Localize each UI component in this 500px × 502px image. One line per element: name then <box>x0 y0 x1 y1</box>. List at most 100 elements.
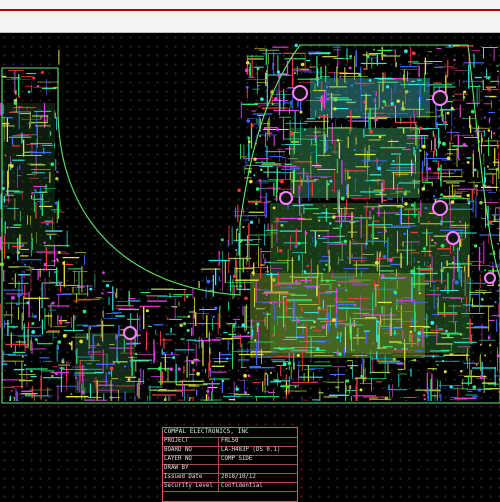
via <box>24 345 28 349</box>
via <box>323 205 326 207</box>
via <box>421 144 426 149</box>
via <box>466 160 470 164</box>
via <box>97 343 100 346</box>
via <box>32 393 35 397</box>
via <box>27 90 31 94</box>
via <box>13 101 18 105</box>
via <box>428 254 432 257</box>
via <box>319 98 324 102</box>
via <box>271 103 274 106</box>
via <box>248 140 251 143</box>
drawing-title-block: COMPAL ELECTRONICS, INC PROJECT FRL50 BO… <box>162 427 298 502</box>
via <box>484 354 487 357</box>
via <box>454 169 457 172</box>
via <box>437 167 441 172</box>
via <box>473 168 477 172</box>
via <box>258 179 261 182</box>
via <box>338 284 341 287</box>
via <box>453 58 456 62</box>
via <box>236 228 239 231</box>
via <box>21 355 24 358</box>
via <box>75 376 78 379</box>
via <box>6 255 10 259</box>
via <box>363 100 366 104</box>
via <box>300 62 305 67</box>
via <box>226 357 229 360</box>
via <box>293 72 296 75</box>
via <box>459 370 463 373</box>
toolbar <box>0 0 500 33</box>
via <box>54 201 58 205</box>
via <box>340 219 344 223</box>
via <box>431 239 434 242</box>
via <box>265 293 268 296</box>
via <box>369 129 373 134</box>
via <box>172 356 176 360</box>
via <box>294 244 298 249</box>
pcb-traces <box>0 43 500 401</box>
via <box>386 85 390 89</box>
via <box>244 391 248 395</box>
via <box>177 367 181 371</box>
copper-fill <box>75 333 135 393</box>
via <box>101 292 104 295</box>
via <box>62 261 65 265</box>
via <box>389 258 393 262</box>
via <box>472 385 477 389</box>
via <box>55 177 59 181</box>
via <box>60 373 63 376</box>
via <box>351 238 354 241</box>
via <box>412 207 415 210</box>
via <box>382 100 386 104</box>
via <box>294 43 298 48</box>
via <box>486 87 491 91</box>
via <box>53 210 56 213</box>
via <box>70 392 73 395</box>
via <box>421 187 426 191</box>
via <box>34 338 38 341</box>
via <box>41 70 45 74</box>
via <box>254 339 257 342</box>
via <box>495 168 499 171</box>
title-block-value: Confidential <box>221 483 263 489</box>
via <box>321 325 326 329</box>
title-block-key: PROJECT <box>164 438 189 444</box>
via <box>393 290 398 295</box>
via <box>179 323 184 328</box>
via <box>162 351 166 355</box>
via <box>350 366 353 370</box>
via <box>254 202 258 206</box>
via <box>459 220 462 223</box>
via <box>446 156 451 161</box>
via <box>392 160 395 163</box>
mounting-hole <box>123 326 137 340</box>
via <box>214 306 218 310</box>
via <box>40 116 43 119</box>
via <box>474 184 479 188</box>
via <box>36 85 40 88</box>
via <box>440 243 445 248</box>
via <box>31 191 34 195</box>
via <box>102 271 105 275</box>
via <box>473 244 478 248</box>
via <box>24 364 26 367</box>
via <box>273 97 278 101</box>
via <box>417 338 421 342</box>
via <box>220 238 224 242</box>
via <box>483 116 486 119</box>
via <box>339 75 342 78</box>
via <box>43 262 47 266</box>
via <box>276 70 281 74</box>
via <box>105 284 110 288</box>
via <box>430 320 435 325</box>
via <box>24 263 27 266</box>
via <box>30 369 33 373</box>
via <box>419 149 422 152</box>
title-block-value: 2018/10/12 <box>221 474 256 480</box>
via <box>326 182 330 186</box>
via <box>345 379 350 383</box>
via <box>299 110 303 114</box>
via <box>112 362 115 365</box>
via <box>428 220 431 223</box>
via <box>270 302 272 304</box>
